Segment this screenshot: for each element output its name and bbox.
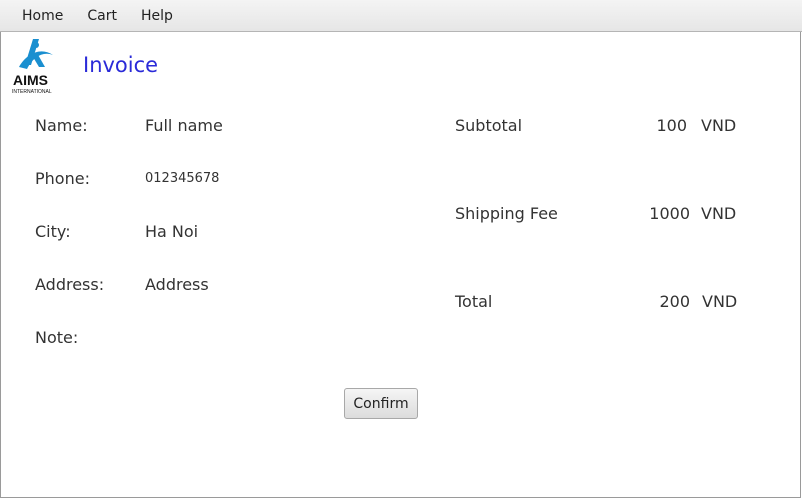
menu-help[interactable]: Help [129, 0, 185, 32]
logo-text: AIMS [13, 72, 48, 88]
shipping-currency: VND [701, 204, 737, 223]
note-label: Note: [35, 328, 79, 347]
confirm-button[interactable]: Confirm [344, 388, 418, 419]
aims-logo: AIMS INTERNATIONAL [12, 39, 53, 95]
logo-subtext: INTERNATIONAL [12, 89, 52, 95]
phone-label: Phone: [35, 169, 90, 188]
subtotal-label: Subtotal [455, 116, 523, 135]
name-value: Full name [145, 116, 223, 135]
total-label: Total [455, 292, 493, 311]
address-value: Address [145, 275, 209, 294]
name-label: Name: [35, 116, 88, 135]
city-value: Ha Noi [145, 222, 199, 241]
subtotal-value: 100 [656, 116, 687, 135]
phone-value: 012345678 [145, 171, 220, 186]
page-title: Invoice [83, 53, 159, 77]
menu-bar: Home Cart Help [0, 0, 802, 32]
menu-home[interactable]: Home [10, 0, 75, 32]
subtotal-currency: VND [701, 116, 737, 135]
total-value: 200 [659, 292, 690, 311]
menu-cart[interactable]: Cart [75, 0, 129, 32]
shipping-value: 1000 [649, 204, 690, 223]
city-label: City: [35, 222, 71, 241]
total-currency: VND [702, 292, 738, 311]
address-label: Address: [35, 275, 105, 294]
shipping-label: Shipping Fee [455, 204, 558, 223]
